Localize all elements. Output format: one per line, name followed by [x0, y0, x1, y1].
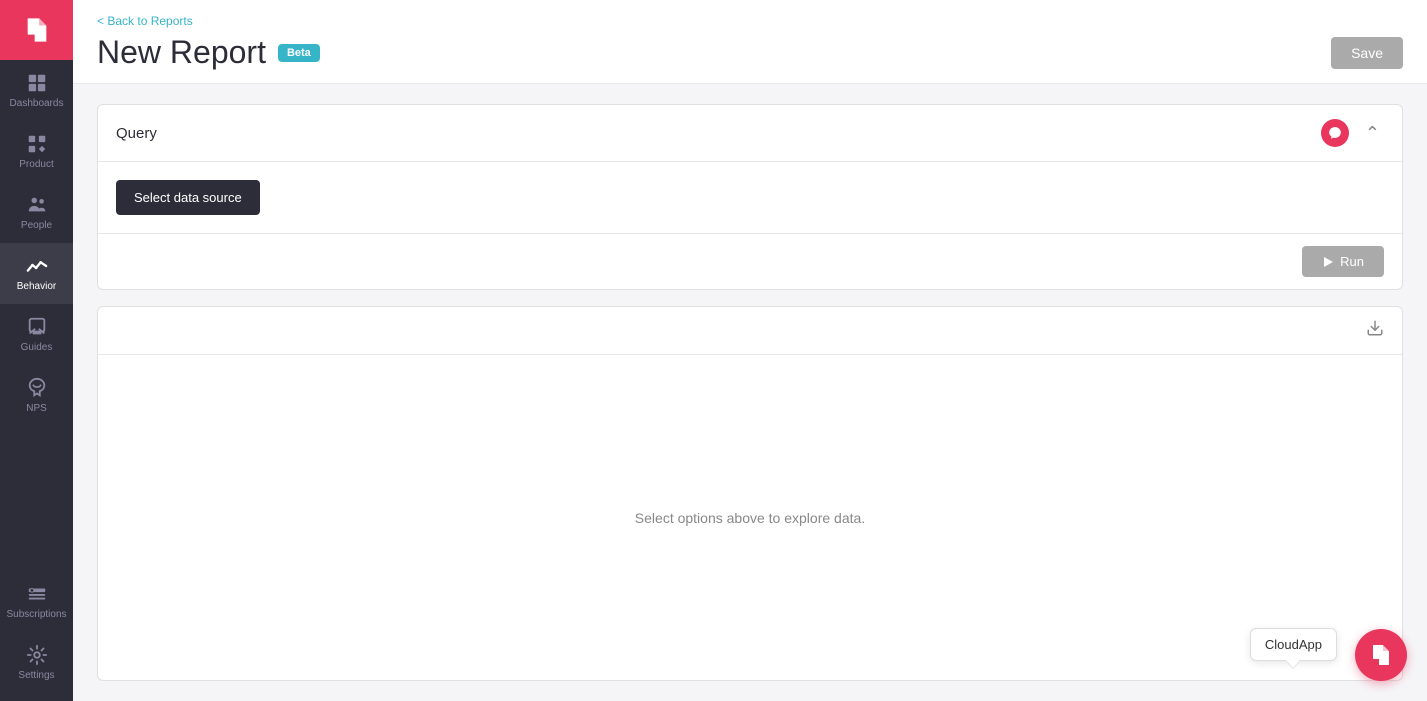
guides-icon [26, 316, 48, 338]
results-empty-message: Select options above to explore data. [635, 510, 865, 526]
save-button[interactable]: Save [1331, 37, 1403, 69]
content-area: Query ⌃ Select data source [73, 84, 1427, 701]
subscriptions-icon [26, 583, 48, 605]
back-to-reports-link[interactable]: < Back to Reports [97, 0, 193, 34]
sidebar-item-product[interactable]: Product [0, 121, 73, 182]
behavior-icon [26, 255, 48, 277]
query-card-header: Query ⌃ [98, 105, 1402, 162]
sidebar-item-people[interactable]: People [0, 182, 73, 243]
sidebar-logo[interactable] [0, 0, 73, 60]
query-card-title: Query [116, 125, 157, 142]
query-card: Query ⌃ Select data source [97, 104, 1403, 290]
page-header: < Back to Reports New Report Beta Save [73, 0, 1427, 84]
download-icon [1366, 319, 1384, 337]
sidebar-item-label: People [21, 220, 52, 231]
collapse-button[interactable]: ⌃ [1361, 122, 1384, 144]
select-data-source-button[interactable]: Select data source [116, 180, 260, 215]
sidebar-item-behavior[interactable]: Behavior [0, 243, 73, 304]
nps-icon [26, 377, 48, 399]
sidebar-item-subscriptions[interactable]: Subscriptions [0, 571, 73, 632]
run-button-label: Run [1340, 254, 1364, 269]
sidebar-item-nps[interactable]: NPS [0, 365, 73, 426]
results-card-header [98, 307, 1402, 355]
sidebar-item-dashboards[interactable]: Dashboards [0, 60, 73, 121]
sidebar-item-label: NPS [26, 403, 47, 414]
sidebar-item-settings[interactable]: Settings [0, 632, 73, 693]
sidebar-item-label: Dashboards [10, 98, 64, 109]
query-card-header-right: ⌃ [1321, 119, 1384, 147]
dashboards-icon [26, 72, 48, 94]
fab-icon [1369, 643, 1393, 667]
chat-icon [1328, 126, 1342, 140]
download-button[interactable] [1366, 319, 1384, 342]
sidebar-navigation: Dashboards Product People [0, 60, 73, 571]
beta-badge: Beta [278, 44, 320, 62]
sidebar: Dashboards Product People [0, 0, 73, 701]
sidebar-item-label: Subscriptions [6, 609, 66, 620]
pendo-logo-icon [23, 16, 51, 44]
settings-icon [26, 644, 48, 666]
fab-button[interactable] [1355, 629, 1407, 681]
sidebar-item-label: Guides [21, 342, 53, 353]
query-status-icon [1321, 119, 1349, 147]
main-content: < Back to Reports New Report Beta Save Q… [73, 0, 1427, 701]
sidebar-item-label: Behavior [17, 281, 56, 292]
header-title-group: New Report Beta [97, 34, 320, 71]
run-button[interactable]: Run [1302, 246, 1384, 277]
sidebar-item-label: Settings [18, 670, 54, 681]
play-icon [1322, 256, 1334, 268]
results-card: Select options above to explore data. [97, 306, 1403, 681]
product-icon [26, 133, 48, 155]
results-empty-state: Select options above to explore data. [98, 355, 1402, 680]
header-row: New Report Beta Save [97, 34, 1403, 71]
query-card-footer: Run [98, 233, 1402, 289]
cloudapp-tooltip-text: CloudApp [1265, 637, 1322, 652]
sidebar-item-label: Product [19, 159, 53, 170]
query-card-body: Select data source [98, 162, 1402, 233]
cloudapp-tooltip: CloudApp [1250, 628, 1337, 661]
sidebar-bottom: Subscriptions Settings [0, 571, 73, 701]
sidebar-item-guides[interactable]: Guides [0, 304, 73, 365]
page-title: New Report [97, 34, 266, 71]
people-icon [26, 194, 48, 216]
